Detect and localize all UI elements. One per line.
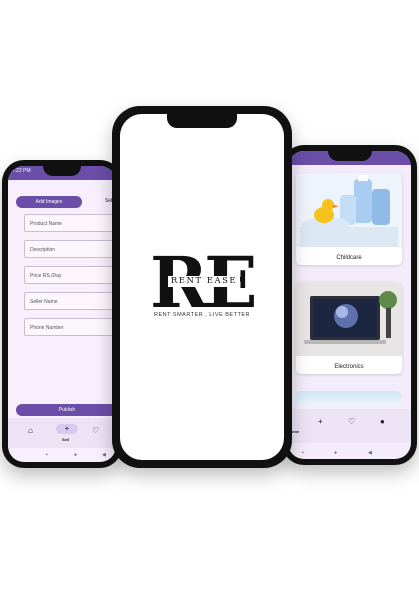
sell-tab-label: Sell xyxy=(62,437,70,442)
description-field[interactable]: Description xyxy=(24,240,116,258)
home-system-icon[interactable]: ● xyxy=(74,452,77,458)
plus-icon[interactable]: + xyxy=(318,417,323,426)
sell-form-screen: 7:22 PM Add Images Sele Product Name Des… xyxy=(8,166,116,462)
center-phone: RE RENT EASE RENT SMARTER , LIVE BETTER xyxy=(112,106,292,468)
categories-screen: Childcare Electronics ⌂ Home + ♡ ● xyxy=(288,151,411,459)
phone-number-field[interactable]: Phone Number xyxy=(24,318,116,336)
system-nav: ▪ ● ◀ xyxy=(288,447,411,459)
notch xyxy=(43,166,81,176)
system-nav: ▪ ● ◀ xyxy=(8,449,116,461)
heart-icon[interactable]: ♡ xyxy=(348,417,355,426)
childcare-image xyxy=(296,173,402,247)
heart-icon[interactable]: ♡ xyxy=(92,426,99,435)
tagline: RENT SMARTER , LIVE BETTER xyxy=(154,312,250,318)
home-icon[interactable]: ⌂ xyxy=(28,426,33,435)
back-icon[interactable]: ◀ xyxy=(368,450,372,456)
right-phone: Childcare Electronics ⌂ Home + ♡ ● xyxy=(282,145,417,465)
bottom-nav: ⌂ + Sell ♡ xyxy=(8,418,116,448)
left-phone: 7:22 PM Add Images Sele Product Name Des… xyxy=(2,160,122,468)
seller-name-field[interactable]: Seller Name xyxy=(24,292,116,310)
back-icon[interactable]: ◀ xyxy=(102,452,106,458)
category-label: Childcare xyxy=(336,255,362,261)
add-images-button[interactable]: Add Images xyxy=(16,196,82,208)
status-time: 7:22 PM xyxy=(12,168,31,174)
bottom-nav: ⌂ Home + ♡ ● xyxy=(288,409,411,443)
recents-icon[interactable]: ▪ xyxy=(46,452,48,458)
category-card-partial[interactable] xyxy=(296,391,402,405)
price-field[interactable]: Price RS./Day xyxy=(24,266,116,284)
notch xyxy=(327,151,372,161)
category-label: Electronics xyxy=(334,364,364,370)
electronics-image xyxy=(296,282,402,356)
plus-icon[interactable]: + xyxy=(56,424,78,434)
product-name-field[interactable]: Product Name xyxy=(24,214,116,232)
publish-button[interactable]: Publish xyxy=(16,404,116,416)
brand-name: RENT EASE xyxy=(170,276,238,286)
recents-icon[interactable]: ▪ xyxy=(302,450,304,456)
home-system-icon[interactable]: ● xyxy=(334,450,337,456)
category-card-childcare[interactable]: Childcare xyxy=(296,173,402,265)
splash-screen: RE RENT EASE RENT SMARTER , LIVE BETTER xyxy=(120,114,284,460)
person-icon[interactable]: ● xyxy=(380,417,385,426)
rent-ease-logo: RE RENT EASE xyxy=(150,248,260,338)
notch xyxy=(167,114,237,128)
category-card-electronics[interactable]: Electronics xyxy=(296,282,402,374)
